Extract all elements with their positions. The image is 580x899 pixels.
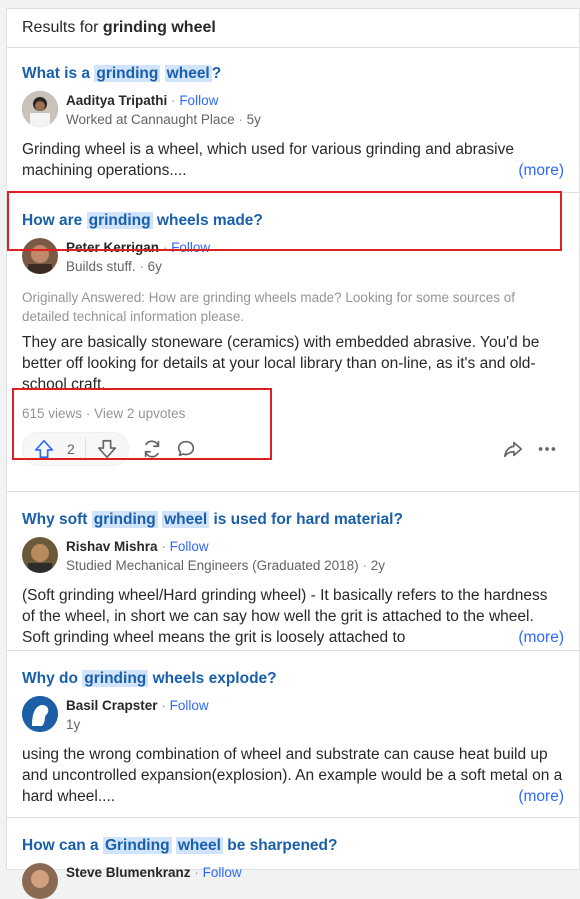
more-link[interactable]: (more)	[514, 160, 564, 181]
author-name[interactable]: Basil Crapster	[66, 698, 158, 713]
more-link[interactable]: (more)	[514, 786, 564, 807]
author-name[interactable]: Steve Blumenkranz	[66, 865, 191, 880]
answer-age: 6y	[147, 259, 162, 274]
search-results-panel: Results for grinding wheel What is a gri…	[6, 8, 580, 899]
question-title[interactable]: What is a grinding wheel?	[22, 48, 564, 85]
avatar[interactable]	[22, 696, 58, 732]
follow-button[interactable]: Follow	[170, 539, 209, 554]
question-title[interactable]: How are grinding wheels made?	[22, 193, 564, 232]
follow-button[interactable]: Follow	[170, 698, 209, 713]
upvote-count: 2	[67, 441, 75, 457]
repost-icon	[141, 438, 163, 460]
answer-age: 1y	[66, 717, 81, 732]
question-title[interactable]: How can a Grinding wheel be sharpened?	[22, 818, 564, 857]
downvote-icon	[96, 438, 118, 460]
action-bar: 2	[22, 431, 564, 467]
results-query: grinding wheel	[102, 19, 216, 36]
result-card: Why soft grinding wheel is used for hard…	[7, 492, 579, 651]
result-card: What is a grinding wheel? Aaditya Tripat…	[7, 48, 579, 193]
follow-button[interactable]: Follow	[171, 240, 210, 255]
answer-age: 5y	[246, 112, 261, 127]
author-row: Steve Blumenkranz · Follow	[22, 863, 564, 899]
author-credential: Builds stuff.	[66, 259, 136, 274]
comment-icon	[175, 438, 197, 460]
author-row: Rishav Mishra · Follow Studied Mechanica…	[22, 537, 564, 575]
avatar[interactable]	[22, 91, 58, 127]
author-row: Basil Crapster · Follow 1y	[22, 696, 564, 734]
answer-stats: 615 views · View 2 upvotes	[22, 406, 186, 421]
result-card: How can a Grinding wheel be sharpened? S…	[7, 818, 579, 899]
more-options-button[interactable]	[530, 433, 564, 465]
downvote-button[interactable]	[86, 433, 128, 465]
follow-button[interactable]: Follow	[179, 93, 218, 108]
author-name[interactable]: Aaditya Tripathi	[66, 93, 167, 108]
originally-answered-note: Originally Answered: How are grinding wh…	[22, 290, 516, 324]
share-icon	[502, 438, 524, 460]
avatar[interactable]	[22, 537, 58, 573]
avatar[interactable]	[22, 863, 58, 899]
author-name[interactable]: Rishav Mishra	[66, 539, 158, 554]
author-credential: Studied Mechanical Engineers (Graduated …	[66, 558, 359, 573]
answer-text[interactable]: They are basically stoneware (ceramics) …	[22, 332, 564, 395]
vote-controls: 2	[22, 432, 129, 466]
author-row: Peter Kerrigan · Follow Builds stuff. · …	[22, 238, 564, 276]
share-button[interactable]	[496, 433, 530, 465]
upvote-button[interactable]: 2	[23, 433, 85, 465]
author-credential: Worked at Cannaught Place	[66, 112, 235, 127]
question-title[interactable]: Why do grinding wheels explode?	[22, 651, 564, 690]
results-header: Results for grinding wheel	[7, 9, 579, 48]
view-count: 615 views	[22, 406, 83, 421]
answer-snippet[interactable]: (Soft grinding wheel/Hard grinding wheel…	[22, 585, 564, 648]
avatar[interactable]	[22, 238, 58, 274]
upvote-icon	[33, 438, 55, 460]
author-name[interactable]: Peter Kerrigan	[66, 240, 159, 255]
answer-snippet[interactable]: using the wrong combination of wheel and…	[22, 744, 564, 807]
comment-button[interactable]	[169, 433, 203, 465]
follow-button[interactable]: Follow	[203, 865, 242, 880]
view-upvotes-link[interactable]: View 2 upvotes	[94, 406, 185, 421]
question-title[interactable]: Why soft grinding wheel is used for hard…	[22, 492, 564, 531]
answer-snippet[interactable]: Grinding wheel is a wheel, which used fo…	[22, 139, 564, 181]
result-card: Why do grinding wheels explode? Basil Cr…	[7, 651, 579, 818]
more-link[interactable]: (more)	[514, 627, 564, 648]
author-row: Aaditya Tripathi · Follow Worked at Cann…	[22, 91, 564, 129]
ellipsis-icon	[536, 438, 558, 460]
share-repost-button[interactable]	[135, 433, 169, 465]
results-prefix: Results for	[22, 19, 99, 36]
answer-age: 2y	[370, 558, 385, 573]
result-card: How are grinding wheels made? Peter Kerr…	[7, 193, 579, 492]
